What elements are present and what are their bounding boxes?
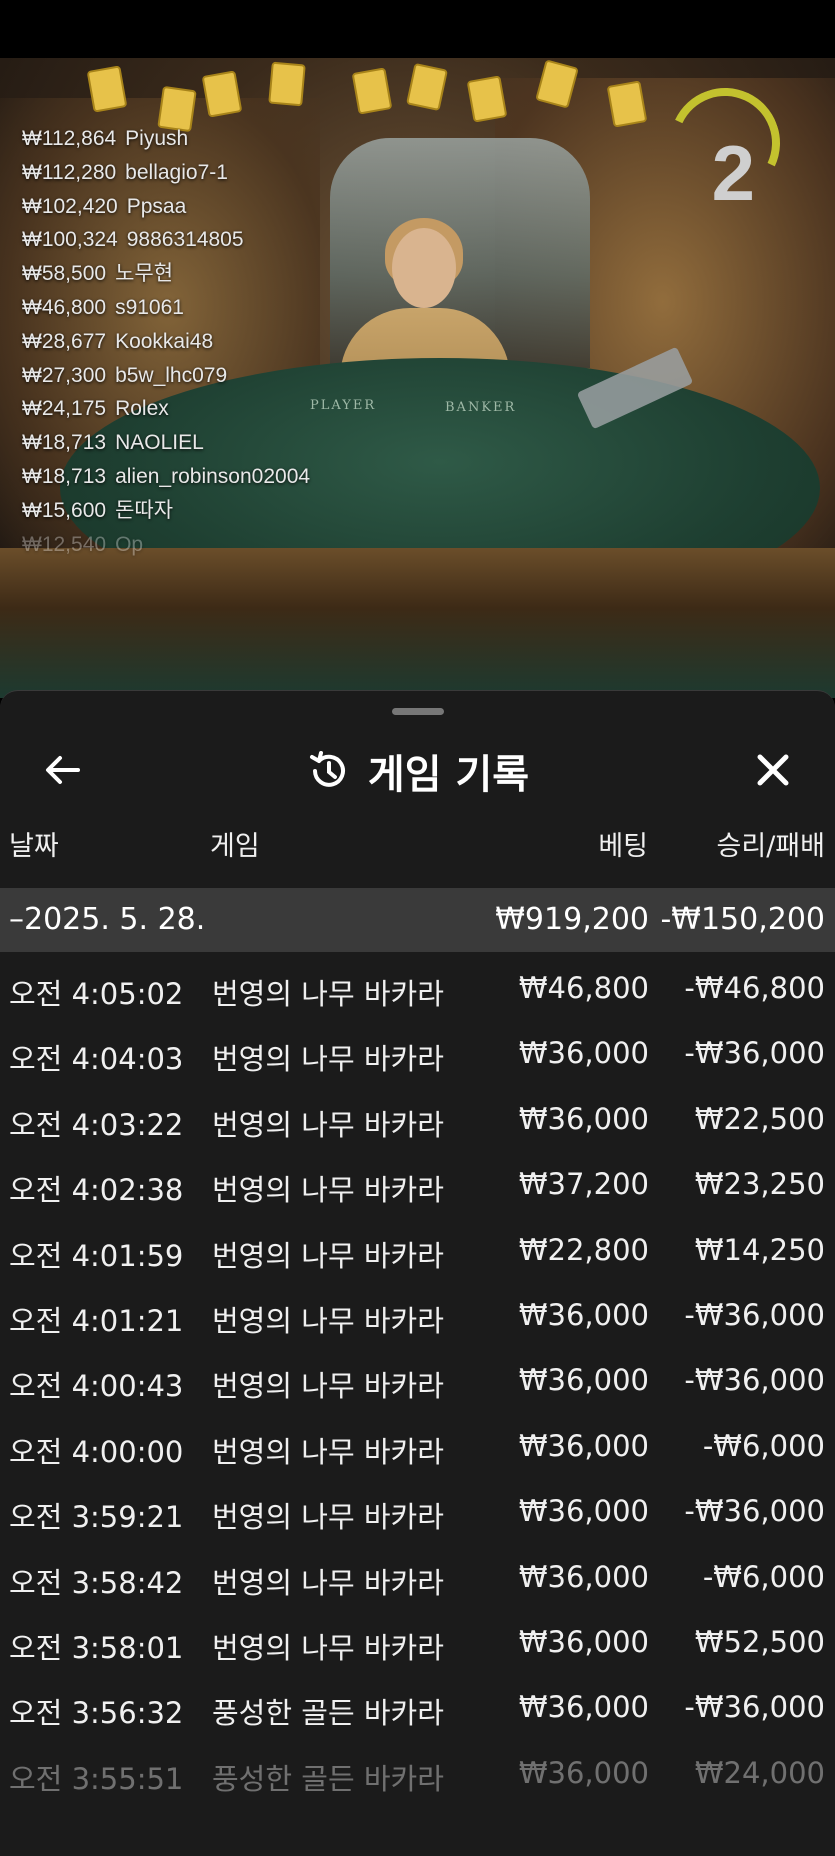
- summary-result-total: -₩150,200: [660, 902, 825, 937]
- hanging-card-decoration: [86, 65, 128, 113]
- hanging-card-decoration: [351, 67, 393, 115]
- hanging-card-decoration: [466, 75, 508, 123]
- winner-entry: ₩58,500 노무현: [22, 262, 174, 286]
- summary-bet-total: ₩919,200: [495, 902, 649, 937]
- summary-date: –2025. 5. 28.: [9, 902, 206, 937]
- history-icon: [309, 751, 345, 787]
- history-row[interactable]: 오전 3:58:01 번영의 나무 바카라 ₩36,000 ₩52,500: [0, 1609, 835, 1674]
- sheet-header: 게임 기록: [0, 731, 835, 811]
- winner-entry: ₩112,280 bellagio7-1: [22, 160, 228, 184]
- game-history-sheet: 게임 기록 날짜 게임 베팅 승리/패배 –2025. 5. 28. ₩919,…: [0, 690, 835, 1856]
- betting-countdown: 2: [711, 129, 755, 217]
- sheet-drag-handle[interactable]: [392, 708, 444, 715]
- history-row[interactable]: 오전 4:00:00 번영의 나무 바카라 ₩36,000 -₩6,000: [0, 1413, 835, 1478]
- winner-entry: ₩27,300 b5w_lhc079: [22, 363, 228, 387]
- winner-entry: ₩46,800 s91061: [22, 295, 184, 319]
- history-row[interactable]: 오전 4:01:59 번영의 나무 바카라 ₩22,800 ₩14,250: [0, 1217, 835, 1282]
- history-row[interactable]: 오전 3:59:21 번영의 나무 바카라 ₩36,000 -₩36,000: [0, 1478, 835, 1543]
- winner-entry: ₩18,713 alien_robinson02004: [22, 464, 311, 488]
- winner-entry: ₩112,864 Piyush: [22, 127, 189, 150]
- live-video-stream: PLAYER BANKER 2 ₩112,864 Piyush ₩112,280 b…: [0, 58, 835, 698]
- history-row[interactable]: 오전 4:02:38 번영의 나무 바카라 ₩37,200 ₩23,250: [0, 1151, 835, 1216]
- history-row[interactable]: 오전 4:01:21 번영의 나무 바카라 ₩36,000 -₩36,000: [0, 1282, 835, 1347]
- close-button[interactable]: [748, 745, 798, 795]
- hanging-card-decoration: [201, 70, 243, 118]
- winners-list: ₩112,864 Piyush ₩112,280 bellagio7-1 ₩102,…: [22, 122, 342, 561]
- banker-area-label: BANKER: [445, 400, 517, 415]
- winner-entry: ₩18,713 NAOLIEL: [22, 431, 204, 455]
- history-row[interactable]: 오전 4:05:02 번영의 나무 바카라 ₩46,800 -₩46,800: [0, 955, 835, 1020]
- column-header-date: 날짜: [9, 831, 59, 862]
- winner-entry: ₩102,420 Ppsaa: [22, 194, 187, 218]
- column-header-game: 게임: [210, 831, 260, 862]
- column-header-bet: 베팅: [598, 831, 648, 862]
- history-row[interactable]: 오전 3:58:42 번영의 나무 바카라 ₩36,000 -₩6,000: [0, 1544, 835, 1609]
- table-header: 날짜 게임 베팅 승리/패배: [0, 824, 835, 868]
- history-row[interactable]: 오전 4:04:03 번영의 나무 바카라 ₩36,000 -₩36,000: [0, 1020, 835, 1085]
- hanging-card-decoration: [268, 61, 306, 107]
- close-icon: [757, 754, 789, 786]
- history-row[interactable]: 오전 3:55:51 풍성한 골든 바카라 ₩36,000 ₩24,000: [0, 1740, 835, 1805]
- history-list: 오전 4:05:02 번영의 나무 바카라 ₩46,800 -₩46,800 오전 4…: [0, 955, 835, 1805]
- sheet-title-group: 게임 기록: [0, 731, 835, 811]
- winner-entry: ₩12,540 Op: [22, 532, 144, 556]
- status-bar: [0, 0, 835, 58]
- history-row[interactable]: 오전 3:56:32 풍성한 골든 바카라 ₩36,000 -₩36,000: [0, 1674, 835, 1739]
- history-row[interactable]: 오전 4:00:43 번영의 나무 바카라 ₩36,000 -₩36,000: [0, 1347, 835, 1412]
- sheet-title: 게임 기록: [367, 752, 530, 798]
- winner-entry: ₩100,324 9886314805: [22, 228, 244, 252]
- history-row[interactable]: 오전 4:03:22 번영의 나무 바카라 ₩36,000 ₩22,500: [0, 1086, 835, 1151]
- hanging-card-decoration: [606, 80, 648, 128]
- date-summary-row[interactable]: –2025. 5. 28. ₩919,200 -₩150,200: [0, 888, 835, 952]
- winner-entry: ₩28,677 Kookkai48: [22, 329, 214, 353]
- column-header-result: 승리/패배: [716, 831, 825, 862]
- hanging-card-decoration: [406, 62, 448, 112]
- winner-entry: ₩24,175 Rolex: [22, 397, 169, 421]
- winner-entry: ₩15,600 돈따자: [22, 498, 174, 522]
